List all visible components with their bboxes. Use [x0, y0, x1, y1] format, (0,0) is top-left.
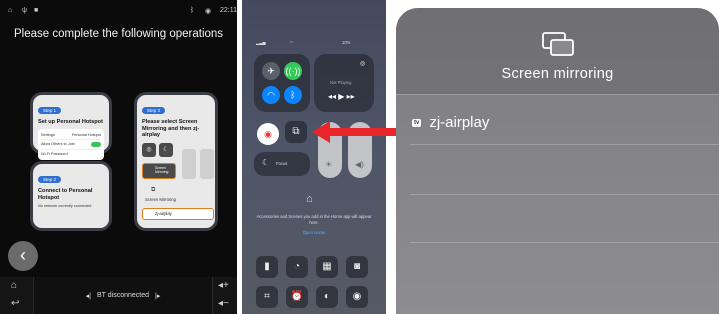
battery-text: 10% [342, 40, 351, 45]
orientation-lock-button[interactable]: ◉ [257, 123, 279, 145]
bt-right-icon: |▸ [155, 292, 161, 300]
step3-cc-preview: ◎ ☾ Screen Mirroring [142, 143, 214, 185]
timer-button[interactable]: ◔ [286, 256, 308, 278]
location-icon: ◉ [205, 8, 212, 15]
camera-button[interactable]: ◙ [346, 256, 368, 278]
volume-down-icon[interactable]: ◂− [218, 298, 229, 309]
car-screen-panel: ⌂ ψ ■ ᛒ ◉ 22:11 Please complete the foll… [0, 0, 237, 314]
bt-status: ◂| BT disconnected |▸ [33, 277, 213, 314]
volume-up-icon[interactable]: ◂+ [218, 280, 229, 291]
record-button[interactable]: ◉ [346, 286, 368, 308]
now-playing-tile: Not Playing ◂◂ ▶ ▸▸ ◎ [314, 54, 374, 112]
control-center-panel: ▂▃▅ ◠ 10% ✈ ((·)) ◠ ᛒ Not Playing ◂◂ ▶ ▸… [242, 0, 386, 314]
device-name: zj-airplay [429, 114, 490, 131]
notification-icon: ■ [34, 7, 39, 14]
moon-icon: ☾ [159, 143, 173, 157]
speaker-icon: ◀) [355, 160, 364, 169]
screen-mirroring-icon [542, 32, 574, 56]
playback-controls[interactable]: ◂◂ ▶ ▸▸ [328, 92, 355, 101]
connectivity-tile: ✈ ((·)) ◠ ᛒ [254, 54, 310, 112]
brightness-slider [182, 149, 196, 179]
airplane-mode-toggle[interactable]: ✈ [262, 62, 280, 80]
scanner-button[interactable]: ⌗ [256, 286, 278, 308]
step2-badge: Step 2 [38, 176, 62, 183]
focus-icon: ☾ [262, 158, 270, 167]
rotation-lock-icon: ◎ [142, 143, 156, 157]
home-button[interactable]: ⌂ [11, 280, 17, 291]
device-row-zj-airplay[interactable]: tv zj-airplay [412, 114, 489, 131]
alarm-button[interactable]: ⏰ [286, 286, 308, 308]
flashlight-button[interactable]: ▮ [256, 256, 278, 278]
step1-title: Set up Personal Hotspot [38, 119, 103, 125]
screen-mirroring-button[interactable]: ⧉ [285, 121, 307, 143]
allow-join-label: Allow Others to Join [41, 142, 75, 147]
home-status-icon: ⌂ [8, 7, 13, 14]
step3-card: Step 3 Please select Screen Mirroring an… [134, 92, 218, 231]
usb-icon: ψ [22, 7, 27, 14]
now-playing-label: Not Playing [330, 80, 352, 85]
step2-card: Step 2 Connect to Personal Hotspot No ne… [30, 161, 112, 231]
bt-status-text: BT disconnected [96, 292, 149, 299]
focus-tile[interactable]: ☾ Focus [254, 152, 310, 176]
status-time: 22:11 [220, 7, 237, 14]
focus-label: Focus [276, 161, 288, 166]
step1-card: Step 1 Set up Personal Hotspot Settings … [30, 92, 112, 160]
home-app-icon: ⌂ [306, 193, 313, 205]
step1-settings-preview: Settings Personal Hotspot Allow Others t… [38, 128, 104, 160]
volume-slider [200, 149, 214, 179]
open-home-link[interactable]: Open Home [256, 230, 372, 235]
back-button[interactable]: ‹ [8, 241, 38, 271]
step3-mirror-label: Screen Mirroring [145, 197, 176, 202]
step3-device-row: zj-airplay [142, 208, 214, 220]
hotspot-label: Personal Hotspot [71, 132, 101, 137]
return-icon[interactable]: ↩ [11, 298, 19, 309]
step1-badge: Step 1 [38, 107, 62, 114]
bluetooth-toggle[interactable]: ᛒ [284, 86, 302, 104]
wifi-toggle[interactable]: ◠ [262, 86, 280, 104]
screen-mirroring-panel: Screen mirroring tv zj-airplay [396, 8, 719, 314]
settings-label: Settings [41, 132, 55, 137]
wifi-password-label: Wi-Fi Password [41, 151, 68, 156]
status-bar: ⌂ ψ ■ ᛒ ◉ 22:11 [0, 0, 237, 20]
step2-title: Connect to Personal Hotspot [38, 188, 93, 201]
dark-mode-button[interactable]: ◐ [316, 286, 338, 308]
cellular-toggle[interactable]: ((·)) [284, 62, 302, 80]
mirroring-icon-small: ⧉ [151, 187, 156, 193]
bluetooth-status-icon: ᛒ [190, 7, 195, 14]
signal-icon: ▂▃▅ [256, 40, 266, 45]
airplay-audio-icon[interactable]: ◎ [360, 60, 365, 67]
bt-left-icon: ◂| [85, 292, 91, 300]
allow-join-toggle [91, 141, 101, 147]
wifi-status-icon: ◠ [290, 40, 294, 45]
home-accessories-text: Accessories and Scenes you add in the Ho… [256, 214, 372, 225]
step3-badge: Step 3 [142, 107, 166, 114]
apple-tv-icon: tv [412, 118, 422, 127]
calculator-button[interactable]: ▦ [316, 256, 338, 278]
step3-title: Please select Screen Mirroring and then … [142, 119, 200, 139]
step2-desc: No network currently connected [38, 204, 92, 209]
sun-icon: ☀ [325, 160, 333, 169]
mirroring-title: Screen mirroring [501, 66, 614, 82]
step3-mirroring-tile: Screen Mirroring [142, 163, 176, 179]
page-title: Please complete the following operations [14, 28, 224, 40]
